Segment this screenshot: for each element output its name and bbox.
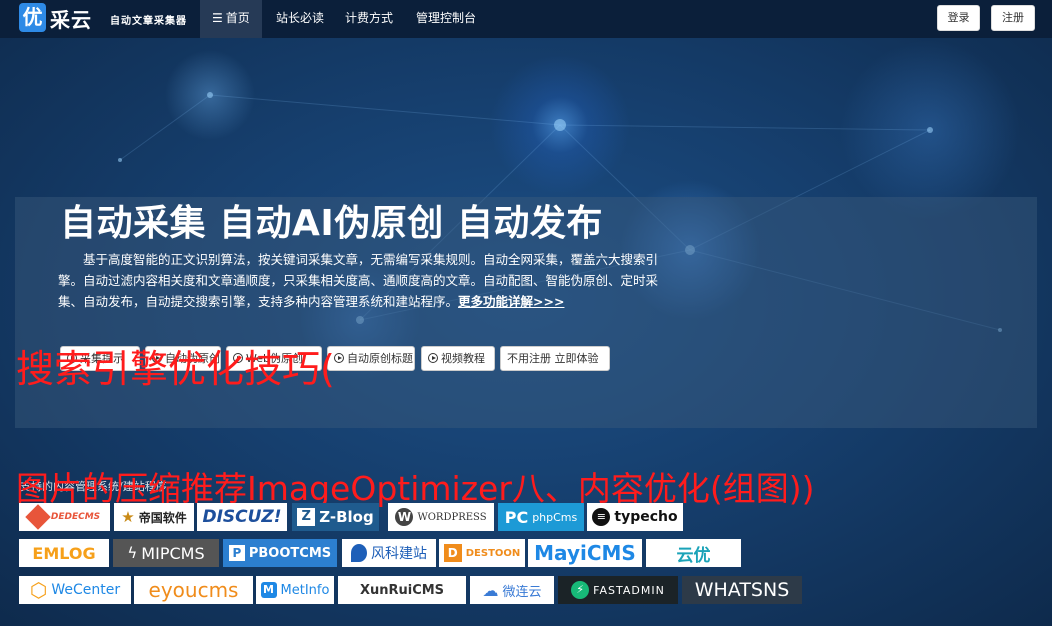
cms-logo-wordpress: W WORDPRESS (388, 503, 494, 531)
leaf-icon (351, 544, 367, 562)
auto-title-button[interactable]: 自动原创标题 (327, 346, 415, 371)
try-now-button[interactable]: 不用注册 立即体验 (500, 346, 610, 371)
cms-logo-diguo: ★ 帝国软件 (114, 503, 194, 531)
star-icon: ★ (121, 508, 135, 526)
register-button[interactable]: 注册 (991, 5, 1035, 31)
login-button[interactable]: 登录 (937, 5, 980, 31)
nav-item-label: 首页 (225, 11, 250, 25)
logo-icon[interactable]: 优 (19, 3, 46, 32)
play-icon (334, 353, 344, 363)
cms-logo-label: DISCUZ! (202, 507, 282, 527)
cms-logo-metinfo: M MetInfo (256, 576, 334, 604)
cms-logo-label: DEDECMS (50, 512, 101, 522)
hexagon-icon: ⬡ (29, 578, 48, 602)
cms-logo-whatsns: WHATSNS (682, 576, 802, 604)
cms-logo-label: 风科建站 (371, 546, 427, 562)
hero-title: 自动采集 自动AI伪原创 自动发布 (60, 203, 603, 244)
cms-logo-label: MetInfo (280, 582, 330, 598)
hero-description: 基于高度智能的正文识别算法，按关键词采集文章，无需编写采集规则。自动全网采集，覆… (58, 249, 658, 312)
cms-logo-label: WORDPRESS (417, 511, 487, 523)
cms-logo-fengke: 风科建站 (342, 539, 436, 567)
nav-item-console[interactable]: 管理控制台 (404, 0, 488, 38)
cms-logo-typecho: ≡ typecho (587, 503, 683, 531)
button-label: 视频教程 (441, 352, 485, 365)
cms-logo-fastadmin: ⚡ FASTADMIN (558, 576, 678, 604)
top-navbar: 优 采云 自动文章采集器 ☰ 首页 站长必读 计费方式 管理控制台 登录 注册 (0, 0, 1052, 38)
cms-logo-label: MIPCMS (141, 543, 205, 563)
cms-logo-zblog: Z Z-Blog (292, 503, 379, 531)
bolt-icon: ⚡ (571, 581, 590, 599)
nav-item-home[interactable]: ☰ 首页 (200, 0, 262, 38)
dede-icon (25, 504, 51, 530)
m-icon: M (260, 582, 277, 598)
cms-logo-label: EMLOG (32, 543, 96, 563)
cms-logo-label: 微连云 (502, 584, 542, 600)
cms-logo-label: 云优 (676, 545, 711, 566)
cms-logo-eyoucms: eyoucms (134, 576, 253, 604)
nav-item-pricing[interactable]: 计费方式 (333, 0, 405, 38)
d-icon: D (443, 544, 462, 562)
video-tutorial-button[interactable]: 视频教程 (421, 346, 495, 371)
cms-logo-yunyou: 云优 (646, 539, 741, 567)
z-icon: Z (297, 508, 316, 526)
logo-subtitle: 自动文章采集器 (110, 16, 187, 27)
cms-logo-label: PBOOTCMS (248, 545, 332, 561)
cms-logo-mayicms: MayiCMS (528, 539, 642, 567)
cms-logo-label: phpCms (532, 510, 578, 524)
cms-logo-label: Z-Blog (319, 508, 374, 526)
cloud-icon: ☁ (482, 580, 499, 600)
button-label: 自动原创标题 (347, 352, 413, 365)
cms-logo-discuz: DISCUZ! (197, 503, 287, 531)
hero-description-text: 基于高度智能的正文识别算法，按关键词采集文章，无需编写采集规则。自动全网采集，覆… (58, 252, 659, 309)
cms-logo-label: MayiCMS (534, 541, 636, 565)
cms-logo-label: WHATSNS (694, 579, 790, 601)
cms-logo-label: WeCenter (51, 582, 121, 598)
play-icon (428, 353, 438, 363)
wordpress-icon: W (395, 508, 414, 526)
typecho-icon: ≡ (592, 508, 611, 526)
cms-logo-destoon: D DESTOON (439, 539, 525, 567)
more-features-link[interactable]: 更多功能详解>>> (458, 294, 564, 309)
cms-logo-wecenter: ⬡ WeCenter (19, 576, 131, 604)
overlay-text-seo: 搜索引擎优化技巧( (16, 347, 335, 391)
cms-logo-label: eyoucms (148, 578, 239, 602)
cms-logo-label: 帝国软件 (138, 510, 187, 525)
cms-logo-dedecms: DEDECMS (19, 503, 110, 531)
list-icon: ☰ (212, 11, 223, 25)
cms-logo-weilianyun: ☁ 微连云 (470, 576, 554, 604)
nav-item-webmaster[interactable]: 站长必读 (264, 0, 336, 38)
cms-logo-label: DESTOON (465, 547, 521, 559)
cms-logo-phpcms: PC phpCms (498, 503, 584, 531)
logo-text[interactable]: 采云 (50, 4, 92, 33)
cms-logo-xunruicms: XunRuiCMS (338, 576, 466, 604)
cms-logo-label: FASTADMIN (593, 583, 665, 597)
lightning-icon: ϟ (127, 544, 138, 562)
cms-logo-mipcms: ϟ MIPCMS (113, 539, 219, 567)
cms-logo-label: XunRuiCMS (359, 582, 445, 598)
cms-logo-pbootcms: P PBOOTCMS (223, 539, 337, 567)
pc-icon: PC (504, 507, 529, 527)
cms-logo-label: typecho (614, 509, 678, 525)
cms-logo-emlog: EMLOG (19, 539, 109, 567)
p-icon: P (228, 545, 245, 561)
